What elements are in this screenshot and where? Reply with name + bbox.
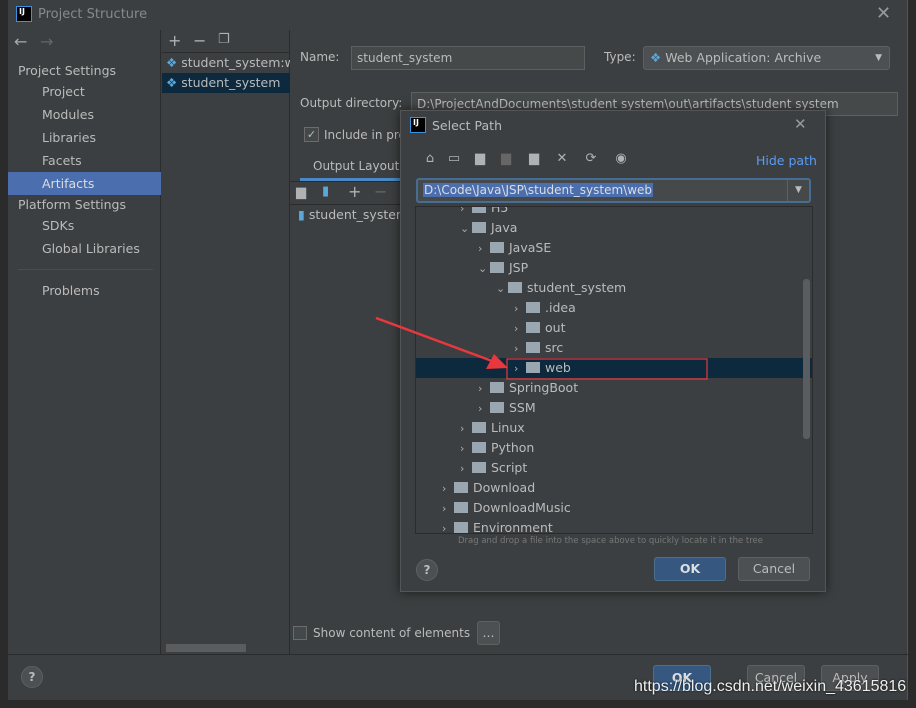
highlight-box	[506, 358, 708, 380]
annotation-overlay	[375, 316, 708, 380]
arrow-head	[486, 354, 508, 369]
watermark: https://blog.csdn.net/weixin_43615816	[634, 678, 907, 695]
annotation-arrow	[375, 316, 493, 363]
